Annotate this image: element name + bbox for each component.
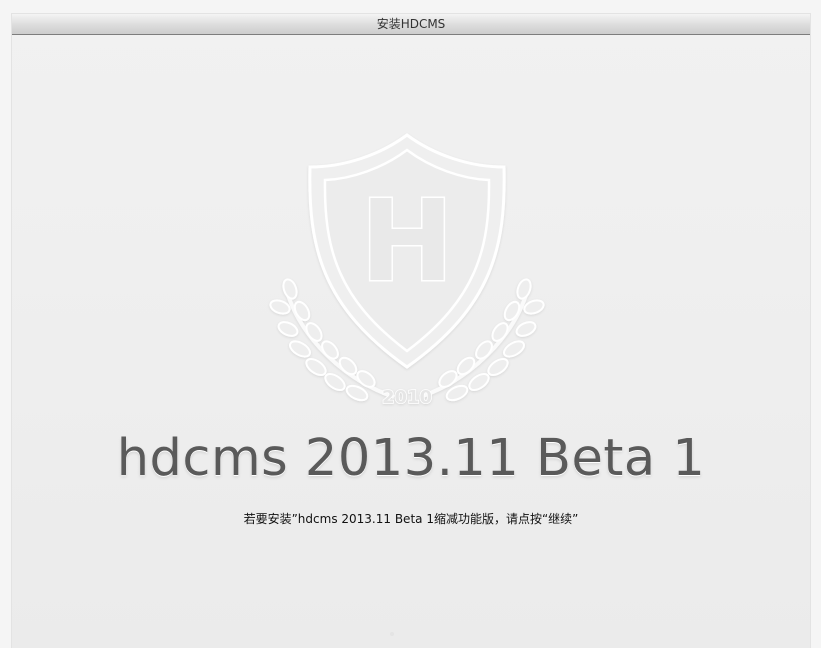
logo-year: 2010 [382, 387, 432, 407]
window-title: 安装HDCMS [376, 17, 446, 31]
shield-laurel-logo-icon: H 2010 [269, 133, 545, 409]
install-instruction: 若要安装”hdcms 2013.11 Beta 1缩减功能版，请点按“继续” [243, 512, 579, 526]
logo-letter: H [360, 177, 454, 307]
product-headline: hdcms 2013.11 Beta 1 [116, 429, 706, 488]
footer-dot [390, 632, 394, 636]
hdcms-logo: H 2010 [262, 117, 562, 409]
window-titlebar[interactable]: 安装HDCMS [12, 14, 810, 35]
installer-window: 安装HDCMS H 2010 hdcms 2013.11 Beta 1 若要安装… [12, 14, 810, 648]
